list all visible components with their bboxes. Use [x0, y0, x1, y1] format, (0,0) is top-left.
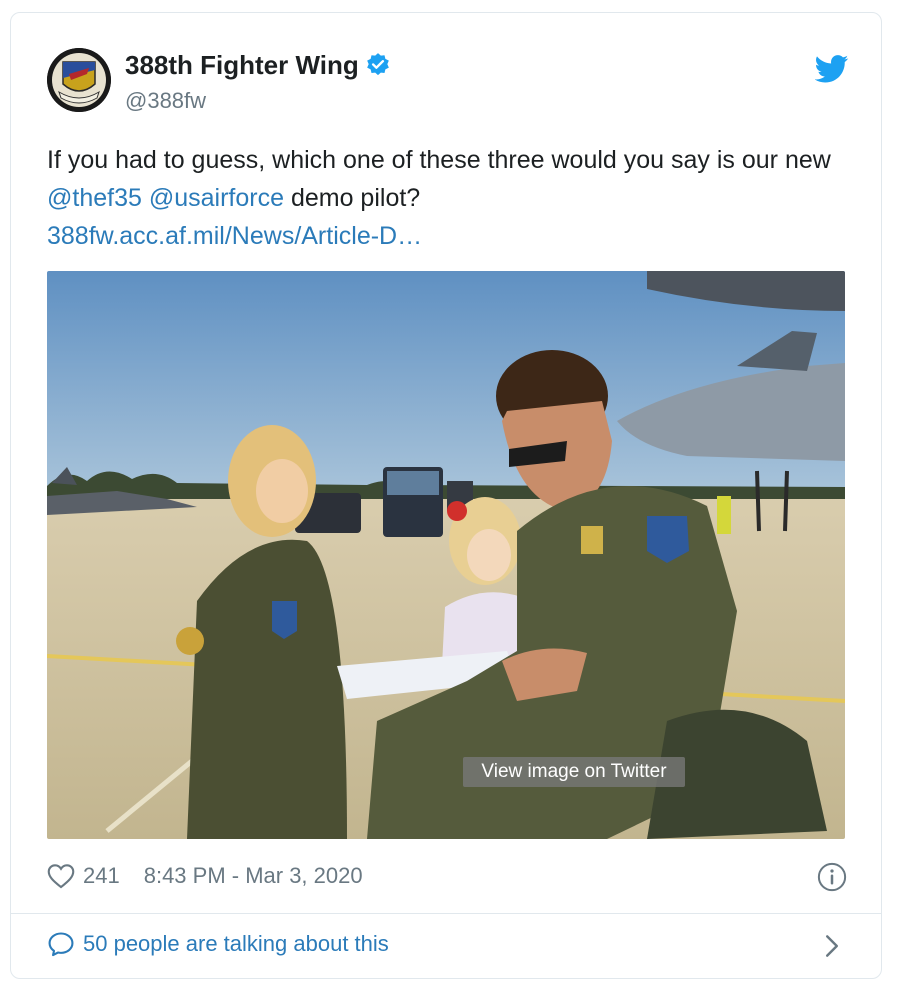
divider	[11, 913, 881, 914]
tweet-text-part2: demo pilot?	[284, 184, 421, 212]
tweet-timestamp[interactable]: 8:43 PM - Mar 3, 2020	[144, 863, 363, 889]
tweet-text-part1: If you had to guess, which one of these …	[47, 146, 831, 174]
heart-icon[interactable]	[47, 863, 75, 889]
view-image-on-twitter-button[interactable]: View image on Twitter	[463, 757, 685, 787]
verified-badge-icon	[366, 53, 389, 76]
info-icon[interactable]	[817, 862, 847, 892]
author-name[interactable]: 388th Fighter Wing	[125, 50, 391, 81]
tweet-text: If you had to guess, which one of these …	[47, 141, 837, 255]
chevron-right-icon[interactable]	[821, 934, 843, 958]
unit-emblem-icon	[47, 48, 111, 112]
twitter-bird-icon[interactable]	[815, 55, 849, 83]
talking-label: 50 people are talking about this	[83, 931, 389, 956]
author-handle[interactable]: @388fw	[125, 88, 206, 114]
mention-usairforce[interactable]: @usairforce	[149, 184, 284, 212]
like-count[interactable]: 241	[83, 863, 120, 889]
avatar[interactable]	[47, 48, 111, 112]
tweet-card: 388th Fighter Wing @388fw If you had to …	[10, 12, 882, 979]
conversation-link[interactable]: 50 people are talking about this	[47, 931, 389, 957]
mention-thef35[interactable]: @thef35	[47, 184, 142, 212]
photo-image	[47, 271, 845, 839]
article-link[interactable]: 388fw.acc.af.mil/News/Article-D…	[47, 222, 422, 250]
speech-bubble-icon	[48, 932, 74, 957]
tweet-meta: 241 8:43 PM - Mar 3, 2020	[47, 860, 363, 892]
tweet-photo[interactable]	[47, 271, 845, 839]
author-name-text: 388th Fighter Wing	[125, 50, 359, 80]
